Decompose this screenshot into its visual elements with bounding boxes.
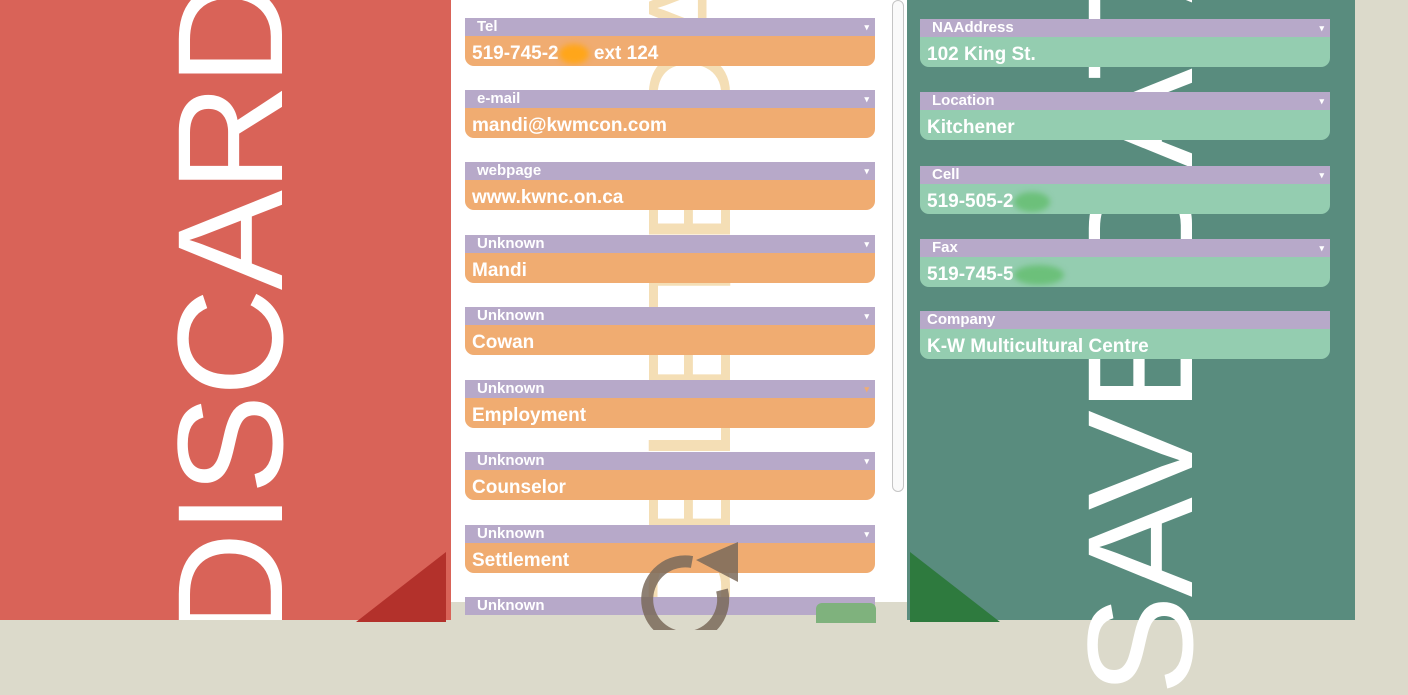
- save-arrow-icon[interactable]: [910, 552, 1000, 622]
- field-label[interactable]: Fax ▾: [920, 239, 1330, 257]
- field-label[interactable]: NAAddress ▾: [920, 19, 1330, 37]
- field-unknown-2[interactable]: Unknown ▾ Cowan: [465, 307, 875, 355]
- field-label[interactable]: Unknown▾: [465, 380, 875, 398]
- field-location[interactable]: Location ▾ Kitchener: [920, 92, 1330, 140]
- field-unknown-1[interactable]: Unknown ▾ Mandi: [465, 235, 875, 283]
- field-company[interactable]: Company K-W Multicultural Centre: [920, 311, 1330, 359]
- field-fax[interactable]: Fax ▾ 519-745-5: [920, 239, 1330, 287]
- field-value[interactable]: 519-745-2 ext 124: [465, 36, 875, 66]
- dropdown-caret-icon[interactable]: ▾: [1319, 239, 1324, 257]
- dropdown-caret-icon[interactable]: ▾: [864, 235, 869, 253]
- field-value[interactable]: Mandi: [465, 253, 875, 283]
- field-value[interactable]: 102 King St.: [920, 37, 1330, 67]
- dropdown-caret-icon[interactable]: ▾: [1319, 92, 1324, 110]
- field-value[interactable]: 519-505-2: [920, 184, 1330, 214]
- dropdown-caret-icon[interactable]: ▾: [1319, 19, 1324, 37]
- field-value[interactable]: mandi@kwmcon.com: [465, 108, 875, 138]
- discard-arrow-icon[interactable]: [356, 552, 446, 622]
- field-value[interactable]: 519-745-5: [920, 257, 1330, 287]
- field-value[interactable]: Counselor: [465, 470, 875, 500]
- field-label[interactable]: Company: [920, 311, 1330, 329]
- field-unknown-4[interactable]: Unknown ▾ Counselor: [465, 452, 875, 500]
- field-label[interactable]: Unknown▾: [465, 235, 875, 253]
- redaction-blur: [1013, 191, 1050, 212]
- field-label[interactable]: Tel ▾: [465, 18, 875, 36]
- field-value[interactable]: www.kwnc.on.ca: [465, 180, 875, 210]
- discard-panel[interactable]: DISCARD: [0, 0, 451, 620]
- field-value[interactable]: Cowan: [465, 325, 875, 355]
- field-label[interactable]: Location ▾: [920, 92, 1330, 110]
- redaction-blur: [1013, 264, 1064, 285]
- discard-label: DISCARD: [146, 0, 314, 620]
- field-label[interactable]: webpage ▾: [465, 162, 875, 180]
- field-naaddress[interactable]: NAAddress ▾ 102 King St.: [920, 19, 1330, 67]
- field-value[interactable]: Kitchener: [920, 110, 1330, 140]
- dropdown-caret-icon[interactable]: ▾: [864, 452, 869, 470]
- field-email[interactable]: e-mail ▾ mandi@kwmcon.com: [465, 90, 875, 138]
- dropdown-caret-icon[interactable]: ▾: [864, 525, 869, 543]
- field-label[interactable]: Unknown▾: [465, 452, 875, 470]
- scrollbar[interactable]: [892, 0, 904, 492]
- save-tab-handle[interactable]: [816, 603, 876, 623]
- redaction-blur: [558, 43, 589, 64]
- field-label[interactable]: Cell ▾: [920, 166, 1330, 184]
- field-tel[interactable]: Tel ▾ 519-745-2 ext 124: [465, 18, 875, 66]
- dropdown-caret-icon[interactable]: ▾: [864, 307, 869, 325]
- field-webpage[interactable]: webpage ▾ www.kwnc.on.ca: [465, 162, 875, 210]
- dropdown-caret-icon[interactable]: ▾: [864, 380, 869, 398]
- field-value[interactable]: Employment: [465, 398, 875, 428]
- field-value[interactable]: K-W Multicultural Centre: [920, 329, 1330, 359]
- dropdown-caret-icon[interactable]: ▾: [1319, 166, 1324, 184]
- refresh-icon[interactable]: [622, 540, 742, 630]
- dropdown-caret-icon[interactable]: ▾: [864, 90, 869, 108]
- field-label[interactable]: Unknown▾: [465, 307, 875, 325]
- dropdown-caret-icon[interactable]: ▾: [864, 162, 869, 180]
- field-unknown-3[interactable]: Unknown ▾ Employment: [465, 380, 875, 428]
- field-label[interactable]: e-mail ▾: [465, 90, 875, 108]
- dropdown-caret-icon[interactable]: ▾: [864, 18, 869, 36]
- field-cell[interactable]: Cell ▾ 519-505-2: [920, 166, 1330, 214]
